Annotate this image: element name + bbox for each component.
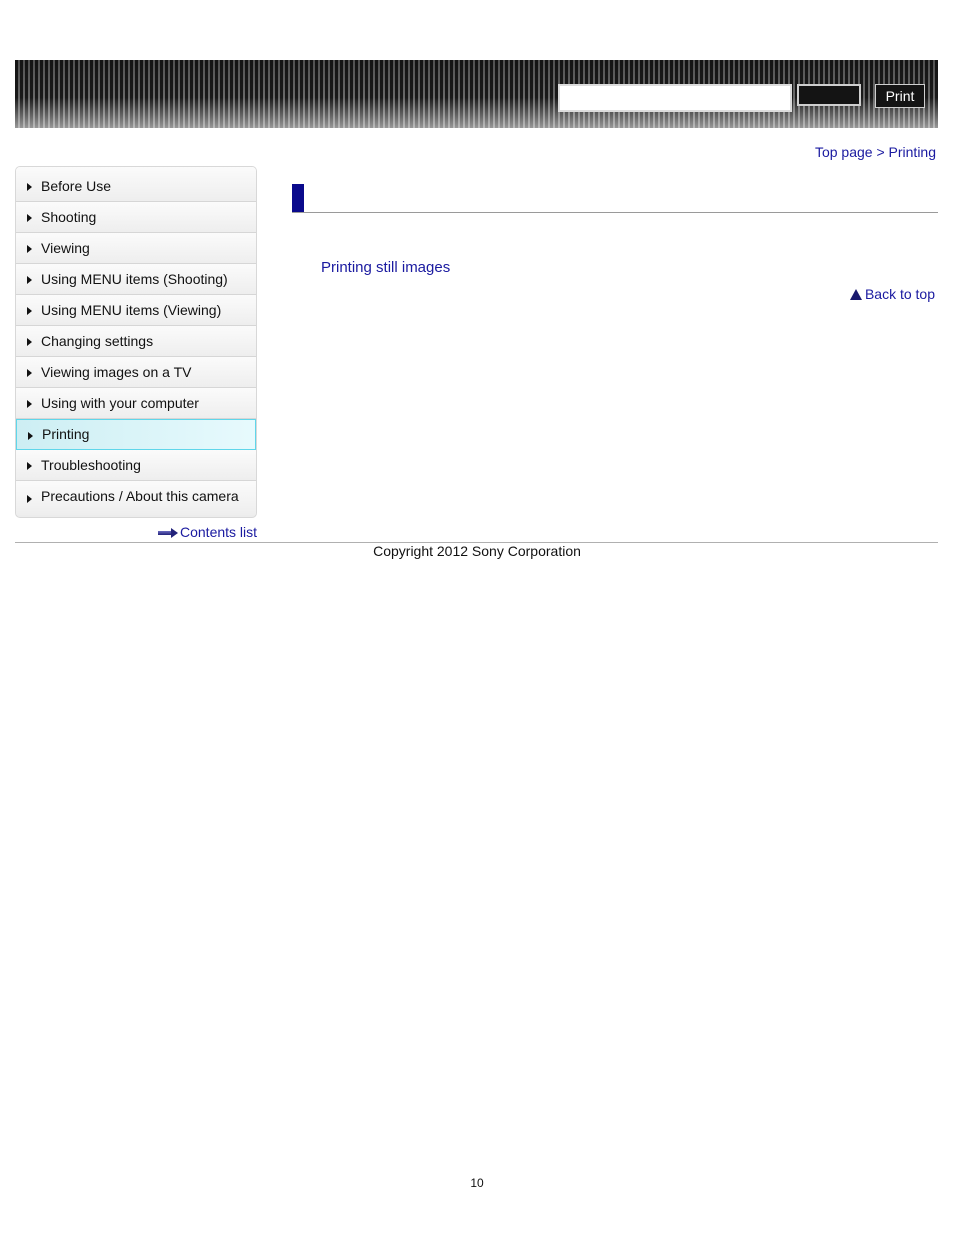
breadcrumb: Top page > Printing bbox=[815, 144, 936, 160]
sidebar-item-label: Viewing images on a TV bbox=[41, 364, 192, 380]
sidebar-item-label: Using with your computer bbox=[41, 395, 199, 411]
sidebar-item-viewing[interactable]: Viewing bbox=[16, 233, 256, 264]
sidebar-item-before-use[interactable]: Before Use bbox=[16, 167, 256, 202]
sidebar-item-shooting[interactable]: Shooting bbox=[16, 202, 256, 233]
triangle-right-icon bbox=[27, 276, 32, 284]
triangle-right-icon bbox=[27, 183, 32, 191]
triangle-right-icon bbox=[27, 369, 32, 377]
contents-list-label: Contents list bbox=[180, 524, 258, 540]
sidebar-item-viewing-on-tv[interactable]: Viewing images on a TV bbox=[16, 357, 256, 388]
breadcrumb-current-link[interactable]: Printing bbox=[889, 144, 936, 160]
sidebar-item-precautions[interactable]: Precautions / About this camera bbox=[16, 481, 256, 515]
triangle-right-icon bbox=[27, 495, 32, 503]
triangle-right-icon bbox=[27, 245, 32, 253]
triangle-right-icon bbox=[27, 307, 32, 315]
sidebar-item-label: Shooting bbox=[41, 209, 97, 225]
sidebar-item-troubleshooting[interactable]: Troubleshooting bbox=[16, 450, 256, 481]
sidebar-item-label: Viewing bbox=[41, 240, 90, 256]
triangle-right-icon bbox=[27, 400, 32, 408]
back-to-top-link[interactable]: Back to top bbox=[849, 286, 935, 302]
back-to-top-label: Back to top bbox=[864, 286, 935, 302]
sidebar-item-menu-viewing[interactable]: Using MENU items (Viewing) bbox=[16, 295, 256, 326]
copyright-text: Copyright 2012 Sony Corporation bbox=[373, 543, 581, 559]
title-divider bbox=[292, 212, 938, 213]
title-marker bbox=[292, 184, 304, 213]
sidebar-item-label: Before Use bbox=[41, 178, 112, 194]
contents-list-link[interactable]: Contents list bbox=[158, 524, 257, 540]
sidebar-item-menu-shooting[interactable]: Using MENU items (Shooting) bbox=[16, 264, 256, 295]
triangle-right-icon bbox=[27, 462, 32, 470]
page-number: 10 bbox=[470, 1176, 484, 1190]
triangle-right-icon bbox=[27, 214, 32, 222]
breadcrumb-separator: > bbox=[876, 144, 885, 160]
sidebar-item-label: Troubleshooting bbox=[41, 457, 141, 473]
sidebar-item-label: Printing bbox=[42, 426, 90, 442]
sidebar-item-label: Using MENU items (Viewing) bbox=[41, 302, 222, 318]
print-button[interactable]: Print bbox=[875, 84, 925, 108]
sidebar-item-label: Precautions / About this camera bbox=[41, 488, 239, 504]
sidebar-item-computer[interactable]: Using with your computer bbox=[16, 388, 256, 419]
sidebar-item-label: Changing settings bbox=[41, 333, 154, 349]
triangle-up-icon bbox=[849, 289, 862, 300]
search-input[interactable] bbox=[558, 84, 792, 112]
link-printing-still-images[interactable]: Printing still images bbox=[321, 259, 450, 276]
triangle-right-icon bbox=[28, 431, 33, 440]
breadcrumb-top-page-link[interactable]: Top page bbox=[815, 144, 873, 160]
sidebar-item-printing[interactable]: Printing bbox=[16, 419, 256, 450]
search-button[interactable] bbox=[797, 84, 861, 106]
triangle-right-icon bbox=[27, 338, 32, 346]
sidebar-item-changing-settings[interactable]: Changing settings bbox=[16, 326, 256, 357]
arrow-right-icon bbox=[158, 528, 178, 539]
sidebar-item-label: Using MENU items (Shooting) bbox=[41, 271, 228, 287]
sidebar-nav: Before Use Shooting Viewing Using MENU i… bbox=[15, 166, 257, 518]
